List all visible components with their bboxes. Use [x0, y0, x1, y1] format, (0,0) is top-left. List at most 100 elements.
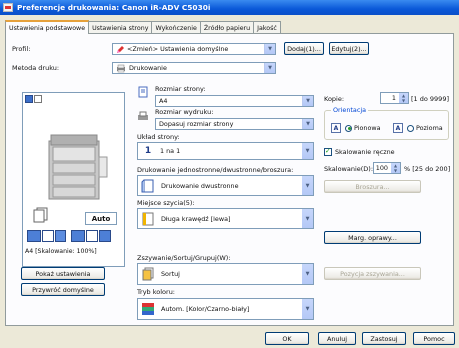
orientation-group: Orientacja A Pionowa A Pozioma — [324, 106, 449, 140]
duplex-select[interactable]: Drukowanie dwustronne ▼ — [137, 175, 314, 196]
orientation-title: Orientacja — [331, 106, 369, 114]
add-profile-button[interactable]: Dodaj(1)... — [284, 42, 324, 55]
collate-select[interactable]: Sortuj ▼ — [137, 263, 314, 285]
layout-mode-icon — [55, 230, 66, 242]
scaling-value: 100 — [375, 164, 388, 172]
manual-scaling-option[interactable]: Skalowanie ręczne — [324, 147, 395, 156]
finishing-mode-icons — [71, 230, 111, 242]
printer-app-icon — [3, 3, 13, 12]
booklet-mode-icon — [86, 230, 98, 242]
duplex-icon — [141, 179, 154, 192]
page-size-value: A4 — [159, 97, 168, 105]
color-icon — [142, 303, 154, 315]
landscape-radio[interactable] — [407, 124, 414, 132]
chevron-down-icon: ▼ — [302, 264, 313, 284]
help-button[interactable]: Pomoc — [413, 332, 455, 345]
page-size-icon — [138, 86, 148, 98]
staple-mode-icon — [71, 230, 85, 242]
collate-value: Sortuj — [161, 270, 180, 278]
print-preferences-window: Preferencje drukowania: Canon iR-ADV C50… — [0, 0, 459, 348]
profile-value: <Zmień> Ustawienia domyślne — [127, 45, 229, 53]
window-title: Preferencje drukowania: Canon iR-ADV C50… — [17, 3, 211, 12]
output-size-icon — [138, 111, 148, 120]
page-size-label: Rozmiar strony: — [155, 85, 206, 93]
landscape-label: Pozioma — [416, 124, 443, 132]
edit-profile-button[interactable]: Edytuj(2)... — [329, 42, 369, 55]
basic-settings-panel: Profil: <Zmień> Ustawienia domyślne ▼ Do… — [5, 33, 454, 326]
page-layout-value: 1 na 1 — [160, 147, 181, 155]
spin-arrows-icon[interactable]: ▲ ▼ — [399, 93, 408, 103]
booklet-button[interactable]: Broszura... — [324, 180, 421, 193]
chevron-down-icon: ▼ — [264, 63, 275, 73]
output-size-label: Rozmiar wydruku: — [155, 108, 214, 116]
page-size-select[interactable]: A4 ▼ — [155, 95, 314, 107]
cancel-button[interactable]: Anuluj — [318, 332, 356, 345]
printer-preview: Auto A4 [Skalowanie: 100%] — [22, 92, 125, 267]
portrait-label: Pionowa — [354, 124, 381, 132]
preview-toggle-icons[interactable] — [25, 95, 42, 103]
duplex-label: Drukowanie jednostronne/dwustronne/brosz… — [137, 166, 294, 174]
paper-stack-icon — [33, 207, 48, 223]
auto-paper-box: Auto — [85, 212, 117, 225]
printer-icon — [117, 64, 125, 73]
profile-label: Profil: — [12, 45, 31, 53]
pencil-icon — [117, 46, 124, 53]
printer-image-icon — [48, 134, 108, 200]
preview-caption: A4 [Skalowanie: 100%] — [25, 248, 97, 255]
output-method-select[interactable]: Drukowanie ▼ — [112, 62, 276, 74]
title-bar[interactable]: Preferencje drukowania: Canon iR-ADV C50… — [0, 0, 459, 15]
copies-spinner[interactable]: 1 ▲ ▼ — [380, 92, 409, 104]
apply-button[interactable]: Zastosuj — [362, 332, 406, 345]
duplex-mode-icon — [42, 230, 54, 242]
output-size-select[interactable]: Dopasuj rozmiar strony ▼ — [155, 118, 314, 130]
copies-value: 1 — [391, 94, 396, 102]
manual-scaling-label: Skalowanie ręczne — [335, 148, 395, 156]
scaling-range: % [25 do 200] — [404, 165, 451, 173]
landscape-option[interactable]: A Pozioma — [393, 123, 443, 133]
spin-arrows-icon[interactable]: ▲ ▼ — [391, 163, 400, 173]
chevron-down-icon: ▼ — [264, 44, 275, 54]
output-size-value: Dopasuj rozmiar strony — [159, 120, 234, 128]
settings-view-icon[interactable] — [34, 95, 42, 103]
restore-defaults-button[interactable]: Przywróć domyślne — [21, 283, 105, 296]
chevron-down-icon: ▼ — [302, 119, 313, 129]
chevron-down-icon: ▼ — [302, 209, 313, 228]
copies-range: [1 do 9999] — [411, 95, 449, 103]
scaling-spinner[interactable]: 100 ▲ ▼ — [373, 162, 401, 174]
tab-strip: Ustawienia podstawowe Ustawienia strony … — [5, 20, 281, 34]
staple-position-button[interactable]: Pozycja zszywania... — [324, 267, 421, 280]
preview-mode-icons — [27, 230, 66, 242]
ok-button[interactable]: OK — [265, 332, 309, 345]
binding-icon — [142, 212, 154, 225]
chevron-down-icon: ▼ — [302, 96, 313, 106]
page-mode-icon — [27, 230, 41, 242]
page-layout-number: 1 — [144, 146, 152, 156]
color-mode-label: Tryb koloru: — [137, 288, 176, 296]
binding-margin-button[interactable]: Marg. oprawy... — [324, 231, 421, 244]
printer-view-icon[interactable] — [25, 95, 33, 103]
show-settings-button[interactable]: Pokaż ustawienia — [21, 267, 105, 280]
portrait-icon: A — [331, 123, 341, 133]
portrait-option[interactable]: A Pionowa — [331, 123, 381, 133]
scaling-label: Skalowanie(D): — [324, 165, 374, 173]
collate-icon — [142, 267, 154, 281]
output-method-value: Drukowanie — [129, 64, 167, 72]
page-layout-select[interactable]: 1 1 na 1 ▼ — [137, 142, 314, 160]
collate-label: Zszywanie/Sortuj/Grupuj(W): — [137, 254, 231, 262]
binding-value: Długa krawędź [lewa] — [161, 214, 231, 223]
chevron-down-icon: ▼ — [302, 143, 313, 159]
color-mode-select[interactable]: Autom. [Kolor/Czarno-biały] ▼ — [137, 298, 314, 320]
manual-scaling-checkbox[interactable] — [324, 147, 332, 156]
chevron-down-icon: ▼ — [302, 299, 313, 319]
duplex-value: Drukowanie dwustronne — [161, 181, 239, 190]
page-layout-label: Układ strony: — [137, 133, 180, 141]
landscape-icon: A — [393, 123, 403, 133]
copies-label: Kopie: — [324, 95, 345, 103]
binding-select[interactable]: Długa krawędź [lewa] ▼ — [137, 208, 314, 229]
profile-select[interactable]: <Zmień> Ustawienia domyślne ▼ — [112, 43, 276, 55]
color-mode-value: Autom. [Kolor/Czarno-biały] — [161, 305, 250, 313]
tab-basic-settings[interactable]: Ustawienia podstawowe — [5, 20, 90, 34]
color-mode-icon — [99, 230, 111, 242]
portrait-radio[interactable] — [345, 124, 352, 132]
chevron-down-icon: ▼ — [302, 176, 313, 195]
